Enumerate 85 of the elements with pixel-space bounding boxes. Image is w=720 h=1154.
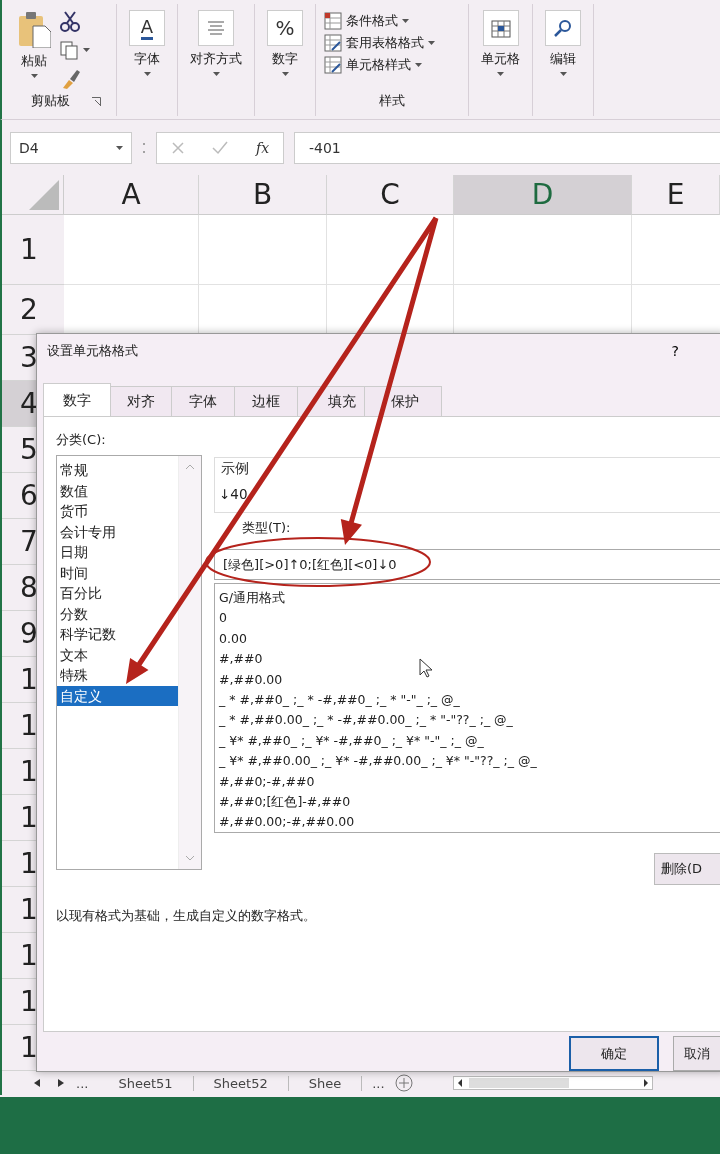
insert-function-button[interactable]: fx xyxy=(256,139,270,156)
tab[interactable]: 保护 xyxy=(364,386,442,416)
caret-icon xyxy=(116,145,123,150)
styles-menu-item[interactable]: 套用表格格式 xyxy=(324,32,435,54)
column-header[interactable]: C xyxy=(327,175,454,215)
caret-icon xyxy=(559,72,567,76)
caret-icon xyxy=(212,72,220,76)
table-format-icon xyxy=(324,34,342,52)
previous-sheet-icon xyxy=(32,1078,42,1088)
format-item[interactable]: _ ¥* #,##0_ ;_ ¥* -#,##0_ ;_ ¥* "-"_ ;_ @_ xyxy=(219,730,720,752)
conditional-format-icon xyxy=(324,12,342,30)
group-label: 剪贴板 xyxy=(31,92,70,110)
tab[interactable]: 边框 xyxy=(234,386,298,416)
tab[interactable]: 数字 xyxy=(43,383,111,417)
caret-icon xyxy=(143,72,151,76)
tab[interactable]: 字体 xyxy=(171,386,235,416)
percent-icon: % xyxy=(275,16,295,40)
format-item[interactable]: _ ¥* #,##0.00_ ;_ ¥* -#,##0.00_ ;_ ¥* "-"??_ ;_ @_ xyxy=(219,751,720,772)
format-item[interactable]: _ * #,##0.00_ ;_ * -#,##0.00_ ;_ * "-"??_ ;_ @_ xyxy=(219,710,720,731)
delete-button[interactable]: 删除(D xyxy=(654,853,720,885)
check-icon xyxy=(212,140,229,155)
caret-icon xyxy=(83,48,90,52)
type-label: 类型(T): xyxy=(242,519,292,537)
sample-value: ↓40 xyxy=(219,486,248,502)
scroll-down-icon xyxy=(185,855,195,861)
editing-button[interactable]: 编辑 xyxy=(541,10,585,76)
table-icon xyxy=(490,18,511,38)
search-icon xyxy=(553,18,573,38)
caret-icon xyxy=(281,72,289,76)
caret-icon xyxy=(415,63,422,67)
type-input[interactable]: [绿色][>0]↑0;[红色][<0]↓0 xyxy=(214,549,720,580)
copy-icon xyxy=(59,40,79,60)
number-format-button[interactable]: % 数字 xyxy=(263,10,307,76)
clipboard-icon xyxy=(17,10,51,48)
sheet-tab[interactable]: Sheet52 xyxy=(193,1075,289,1091)
next-sheet-icon xyxy=(56,1078,66,1088)
format-item[interactable]: #,##0 xyxy=(219,649,720,670)
row-header[interactable]: 1 xyxy=(2,215,64,285)
scroll-up-icon xyxy=(185,464,195,470)
sample-label: 示例 xyxy=(221,460,249,478)
cancel-icon xyxy=(170,140,185,155)
format-item[interactable]: 0 xyxy=(219,608,720,629)
font-button[interactable]: A 字体 xyxy=(125,10,169,76)
tab[interactable]: 对齐 xyxy=(110,386,172,416)
column-header[interactable]: E xyxy=(632,175,720,215)
styles-menu-item[interactable]: 单元格样式 xyxy=(324,54,422,76)
help-button[interactable]: ? xyxy=(665,342,685,360)
format-item[interactable]: 0.00 xyxy=(219,628,720,650)
sheet-tab[interactable]: Shee xyxy=(288,1075,363,1091)
column-header[interactable]: D xyxy=(454,175,632,215)
tab[interactable]: 填充 xyxy=(297,386,365,416)
format-item[interactable]: _ * #,##0_ ;_ * -#,##0_ ;_ * "-"_ ;_ @_ xyxy=(219,689,720,711)
column-header[interactable]: A xyxy=(64,175,199,215)
caret-icon xyxy=(428,41,435,45)
select-all-icon xyxy=(29,180,59,210)
format-item[interactable]: #,##0.00;-#,##0.00 xyxy=(219,812,720,833)
scissors-icon xyxy=(59,10,81,32)
format-item[interactable]: G/通用格式 xyxy=(219,588,720,609)
sheet-overflow[interactable]: ... xyxy=(362,1075,395,1091)
alignment-button[interactable]: 对齐方式 xyxy=(186,10,246,76)
align-icon xyxy=(207,21,225,35)
format-item[interactable]: #,##0.00 xyxy=(219,669,720,690)
ok-button[interactable]: 确定 xyxy=(569,1036,659,1071)
paste-button[interactable]: 粘贴 xyxy=(9,10,59,90)
name-box[interactable]: D4 xyxy=(10,131,132,164)
cursor-icon xyxy=(419,658,433,678)
group-label: 样式 xyxy=(379,92,405,110)
add-sheet-icon xyxy=(394,1074,413,1092)
cells-button[interactable]: 单元格 xyxy=(477,10,524,76)
horizontal-scrollbar-icon xyxy=(452,1076,653,1090)
launcher-icon xyxy=(92,96,101,106)
caret-icon xyxy=(497,72,504,76)
caret-icon xyxy=(402,19,409,23)
cancel-button[interactable]: 取消 xyxy=(673,1036,720,1071)
row-header[interactable]: 2 xyxy=(2,285,64,335)
format-item[interactable]: #,##0;-#,##0 xyxy=(219,771,720,792)
cell-style-icon xyxy=(324,56,342,74)
format-item[interactable]: #,##0;[红色]-#,##0 xyxy=(219,791,720,813)
category-item[interactable]: 自定义 xyxy=(57,685,178,706)
formula-input[interactable]: -401 xyxy=(294,131,720,164)
sheet-tab[interactable]: Sheet51 xyxy=(98,1075,194,1091)
caret-icon xyxy=(30,74,38,78)
column-header[interactable]: B xyxy=(199,175,327,215)
sheet-overflow[interactable]: ... xyxy=(66,1075,99,1091)
styles-menu-item[interactable]: 条件格式 xyxy=(324,10,409,32)
